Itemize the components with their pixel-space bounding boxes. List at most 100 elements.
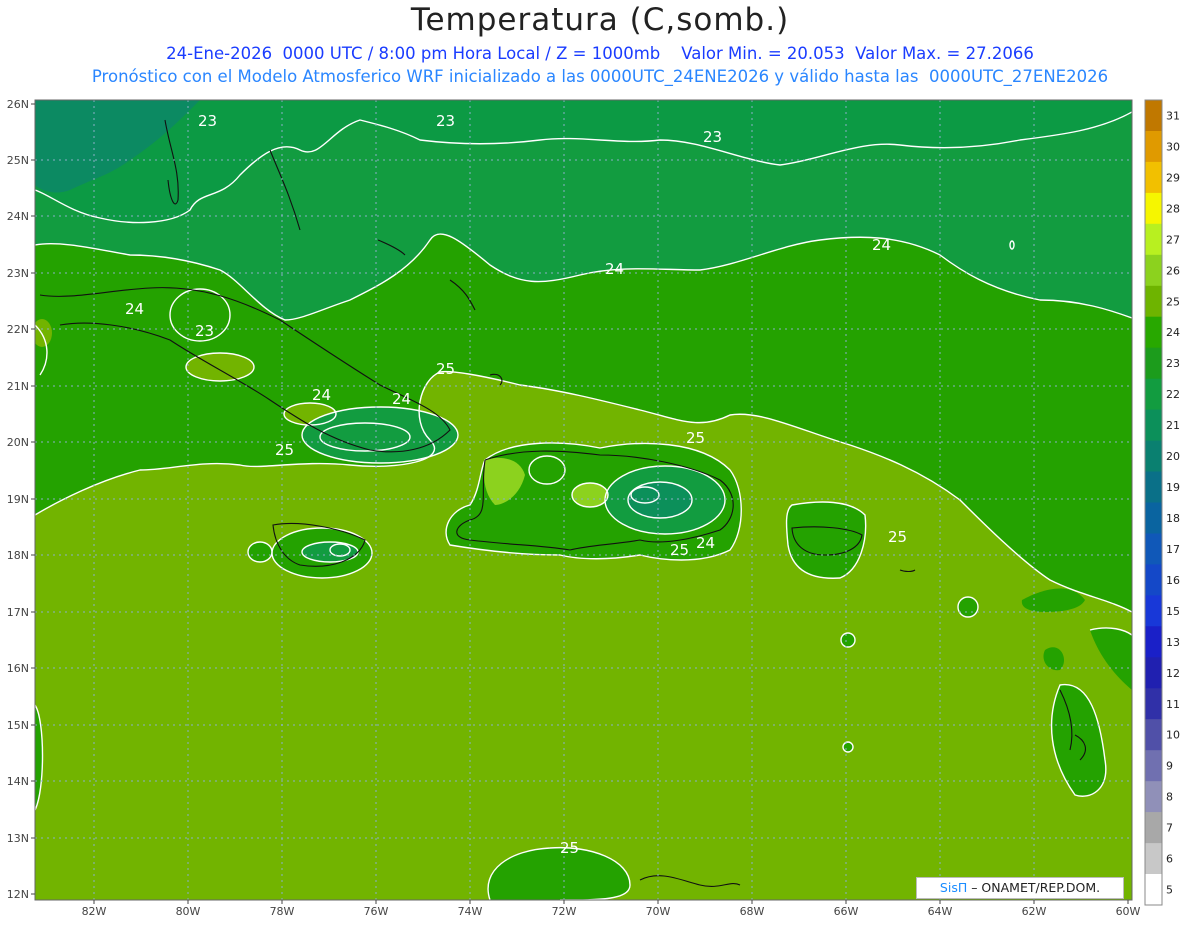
map-field: 23 23 23 24 24 24 24 23 25 24 25 25 25 2…	[35, 100, 1132, 900]
lat-label: 21N	[7, 380, 29, 393]
contour-label: 24	[392, 390, 411, 408]
lat-label: 25N	[7, 154, 29, 167]
colorbar-label: 9	[1166, 760, 1173, 773]
contour-label: 25	[670, 541, 689, 559]
colorbar-swatch	[1145, 378, 1162, 411]
contour-label: 23	[195, 322, 214, 340]
colorbar-swatch	[1145, 626, 1162, 658]
contour-label: 25	[686, 429, 705, 447]
colorbar-swatch	[1145, 874, 1162, 906]
lon-label: 74W	[458, 905, 483, 918]
colorbar-swatch	[1145, 533, 1162, 565]
colorbar-label: 5	[1166, 884, 1173, 897]
colorbar-swatch	[1145, 100, 1162, 132]
lat-label: 26N	[7, 98, 29, 111]
colorbar-label: 27	[1166, 233, 1180, 246]
colorbar-label: 31	[1166, 110, 1180, 123]
colorbar-swatch	[1145, 471, 1162, 503]
colorbar-label: 20	[1166, 450, 1180, 463]
colorbar-label: 19	[1166, 481, 1180, 494]
colorbar-label: 10	[1166, 729, 1180, 742]
lat-label: 12N	[7, 888, 29, 901]
lon-label: 64W	[928, 905, 953, 918]
colorbar-label: 25	[1166, 295, 1180, 308]
lat-label: 13N	[7, 832, 29, 845]
credit-text: – ONAMET/REP.DOM.	[967, 880, 1101, 895]
contour-label: 23	[198, 112, 217, 130]
lon-label: 78W	[270, 905, 295, 918]
contour-label: 24	[312, 386, 331, 404]
lat-label: 18N	[7, 549, 29, 562]
temperature-map: 23 23 23 24 24 24 24 23 25 24 25 25 25 2…	[7, 98, 1180, 918]
contour-label: 24	[872, 236, 891, 254]
colorbar-label: 28	[1166, 202, 1180, 215]
colorbar-swatch	[1145, 719, 1162, 751]
colorbar-swatch	[1145, 595, 1162, 627]
colorbar-swatch	[1145, 192, 1162, 225]
lat-label: 24N	[7, 210, 29, 223]
colorbar-swatch	[1145, 564, 1162, 596]
lat-ticks	[31, 103, 35, 895]
contour-label: 23	[703, 128, 722, 146]
contour-label: 25	[888, 528, 907, 546]
lat-label: 19N	[7, 493, 29, 506]
lon-ticks	[93, 900, 1129, 904]
lon-label: 70W	[646, 905, 671, 918]
lat-label: 22N	[7, 323, 29, 336]
colorbar-label: 6	[1166, 853, 1173, 866]
latitude-axis: 26N 25N 24N 23N 22N 21N 20N 19N 18N 17N …	[7, 98, 29, 901]
colorbar-label: 7	[1166, 822, 1173, 835]
colorbar-label: 21	[1166, 419, 1180, 432]
lon-label: 82W	[82, 905, 107, 918]
forecast-time-info: 24-Ene-2026 0000 UTC / 8:00 pm Hora Loca…	[166, 44, 1034, 63]
chart-title: Temperatura (C,somb.)	[410, 2, 790, 38]
lat-label: 15N	[7, 719, 29, 732]
colorbar: 31 30 29 28 27 26 25 24 23 22 21 20 19 18 17 16 15 13 12 11…	[1144, 99, 1180, 906]
longitude-axis: 82W 80W 78W 76W 74W 72W 70W 68W 66W 64W …	[82, 905, 1141, 918]
contour-label: 25	[436, 360, 455, 378]
colorbar-swatch	[1145, 781, 1162, 813]
colorbar-swatch	[1145, 161, 1162, 194]
colorbar-label: 13	[1166, 636, 1180, 649]
lon-label: 80W	[176, 905, 201, 918]
colorbar-label: 18	[1166, 512, 1180, 525]
colorbar-swatch	[1145, 285, 1162, 318]
colorbar-swatch	[1145, 657, 1162, 689]
lon-label: 60W	[1116, 905, 1141, 918]
contour-label: 24	[696, 534, 715, 552]
colorbar-label: 29	[1166, 171, 1180, 184]
colorbar-swatch	[1145, 409, 1162, 442]
colorbar-swatch	[1145, 812, 1162, 844]
brand-logo-text: SisΠ	[939, 880, 968, 895]
colorbar-label: 16	[1166, 574, 1180, 587]
contour-label: 25	[275, 441, 294, 459]
lat-label: 23N	[7, 267, 29, 280]
colorbar-swatch	[1145, 223, 1162, 256]
colorbar-label: 8	[1166, 791, 1173, 804]
lat-label: 20N	[7, 436, 29, 449]
lon-label: 66W	[834, 905, 859, 918]
colorbar-swatch	[1145, 750, 1162, 782]
lon-label: 72W	[552, 905, 577, 918]
colorbar-swatch	[1145, 843, 1162, 875]
lon-label: 68W	[740, 905, 765, 918]
contour-label: 24	[125, 300, 144, 318]
colorbar-label: 24	[1166, 326, 1180, 339]
colorbar-swatch	[1145, 316, 1162, 349]
colorbar-label: 12	[1166, 667, 1180, 680]
lat-label: 16N	[7, 662, 29, 675]
colorbar-label: 11	[1166, 698, 1180, 711]
lat-label: 14N	[7, 775, 29, 788]
credit-box: SisΠ – ONAMET/REP.DOM.	[916, 877, 1124, 899]
colorbar-label: 22	[1166, 388, 1180, 401]
contour-label: 25	[560, 839, 579, 857]
colorbar-swatch	[1145, 502, 1162, 534]
colorbar-label: 30	[1166, 140, 1180, 153]
colorbar-label: 17	[1166, 543, 1180, 556]
contour-label: 24	[605, 260, 624, 278]
colorbar-swatch	[1145, 131, 1162, 163]
lon-label: 76W	[364, 905, 389, 918]
model-info: Pronóstico con el Modelo Atmosferico WRF…	[91, 67, 1109, 86]
colorbar-swatch	[1145, 440, 1162, 473]
lon-label: 62W	[1022, 905, 1047, 918]
